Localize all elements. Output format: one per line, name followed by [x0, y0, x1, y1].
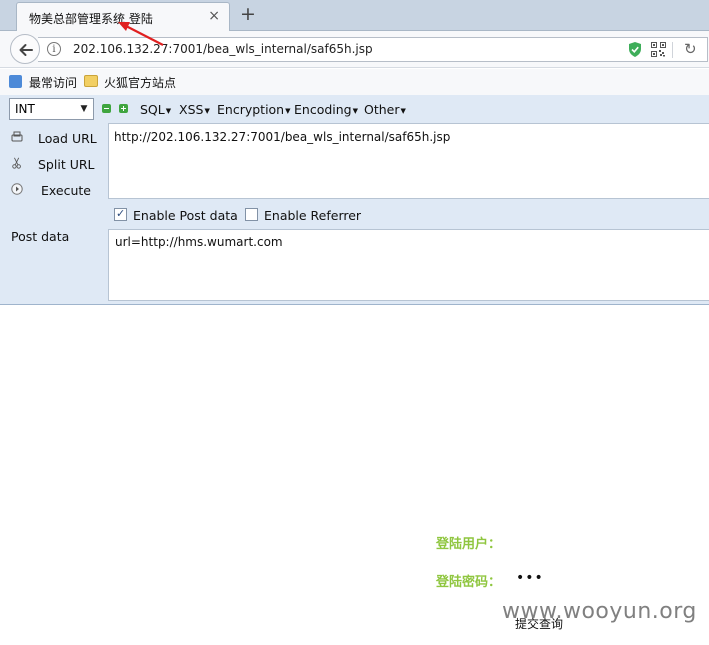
site-info-icon[interactable]: i: [47, 42, 61, 56]
new-tab-button[interactable]: +: [240, 4, 256, 24]
close-tab-icon[interactable]: ×: [208, 8, 220, 24]
menu-encryption-label: Encryption: [217, 102, 285, 117]
back-arrow-icon: [19, 44, 33, 56]
load-url-icon: [11, 131, 23, 142]
tab-strip: 物美总部管理系统 登陆 × +: [0, 0, 709, 31]
url-bar[interactable]: i 202.106.132.27:7001/bea_wls_internal/s…: [38, 37, 708, 62]
menu-sql-label: SQL: [140, 102, 165, 117]
scissors-icon: [12, 157, 21, 169]
menu-sql[interactable]: SQL▼: [140, 102, 171, 117]
most-visited-icon: [9, 75, 22, 88]
menu-encryption[interactable]: Encryption▼: [217, 102, 291, 117]
hackbar-actions: Load URL Split URL Execute: [0, 123, 108, 305]
enable-post-label[interactable]: Enable Post data: [133, 208, 238, 223]
password-field[interactable]: •••: [516, 570, 544, 586]
menu-xss[interactable]: XSS▼: [179, 102, 210, 117]
qr-code-icon[interactable]: [651, 42, 666, 60]
back-button[interactable]: [10, 34, 40, 64]
menu-encoding[interactable]: Encoding▼: [294, 102, 358, 117]
chevron-down-icon: ▼: [80, 104, 88, 114]
plus-icon[interactable]: [119, 104, 128, 113]
post-data-label: Post data: [11, 229, 70, 244]
load-url-label: Load URL: [38, 131, 97, 146]
bookmarks-toolbar: 最常访问 火狐官方站点: [0, 69, 709, 95]
enable-referrer-label[interactable]: Enable Referrer: [264, 208, 361, 223]
hackbar-panel: INT ▼ SQL▼ XSS▼ Encryption▼ Encoding▼ Ot…: [0, 95, 709, 305]
enable-post-checkbox[interactable]: [114, 207, 127, 221]
folder-icon: [84, 75, 98, 87]
minus-icon[interactable]: [102, 104, 111, 113]
tab-title: 物美总部管理系统 登陆: [29, 12, 153, 26]
login-password-label: 登陆密码：: [436, 575, 502, 590]
shield-icon[interactable]: [628, 42, 642, 60]
url-textarea-value: http://202.106.132.27:7001/bea_wls_inter…: [114, 130, 451, 144]
reload-icon[interactable]: ↻: [684, 40, 697, 58]
bookmark-firefox-site[interactable]: 火狐官方站点: [104, 74, 176, 91]
split-url-button[interactable]: Split URL: [0, 153, 108, 177]
enable-referrer-checkbox[interactable]: [245, 208, 258, 221]
post-options: Enable Post data Enable Referrer: [108, 205, 708, 225]
url-textarea[interactable]: http://202.106.132.27:7001/bea_wls_inter…: [108, 123, 709, 199]
navigation-bar: i 202.106.132.27:7001/bea_wls_internal/s…: [0, 31, 709, 68]
type-select-value: INT: [15, 102, 35, 116]
page-content: 登陆用户： 登陆密码： ••• 提交查询 www.wooyun.org: [0, 306, 709, 645]
hackbar-toolbar: INT ▼ SQL▼ XSS▼ Encryption▼ Encoding▼ Ot…: [0, 95, 709, 123]
split-url-label: Split URL: [38, 157, 95, 172]
watermark: www.wooyun.org: [502, 599, 697, 624]
post-data-value: url=http://hms.wumart.com: [115, 235, 283, 249]
menu-other[interactable]: Other▼: [364, 102, 406, 117]
load-url-button[interactable]: Load URL: [0, 127, 108, 151]
login-user-label: 登陆用户：: [436, 537, 502, 552]
post-data-textarea[interactable]: url=http://hms.wumart.com: [108, 229, 709, 301]
urlbar-separator: [672, 42, 673, 58]
menu-encoding-label: Encoding: [294, 102, 352, 117]
play-icon: [11, 183, 23, 195]
menu-other-label: Other: [364, 102, 400, 117]
execute-button[interactable]: Execute: [0, 179, 108, 203]
menu-xss-label: XSS: [179, 102, 204, 117]
type-select[interactable]: INT ▼: [9, 98, 94, 120]
execute-label: Execute: [41, 183, 91, 198]
bookmark-most-visited[interactable]: 最常访问: [29, 74, 77, 91]
active-tab[interactable]: 物美总部管理系统 登陆 ×: [16, 2, 230, 31]
url-text[interactable]: 202.106.132.27:7001/bea_wls_internal/saf…: [73, 42, 373, 56]
